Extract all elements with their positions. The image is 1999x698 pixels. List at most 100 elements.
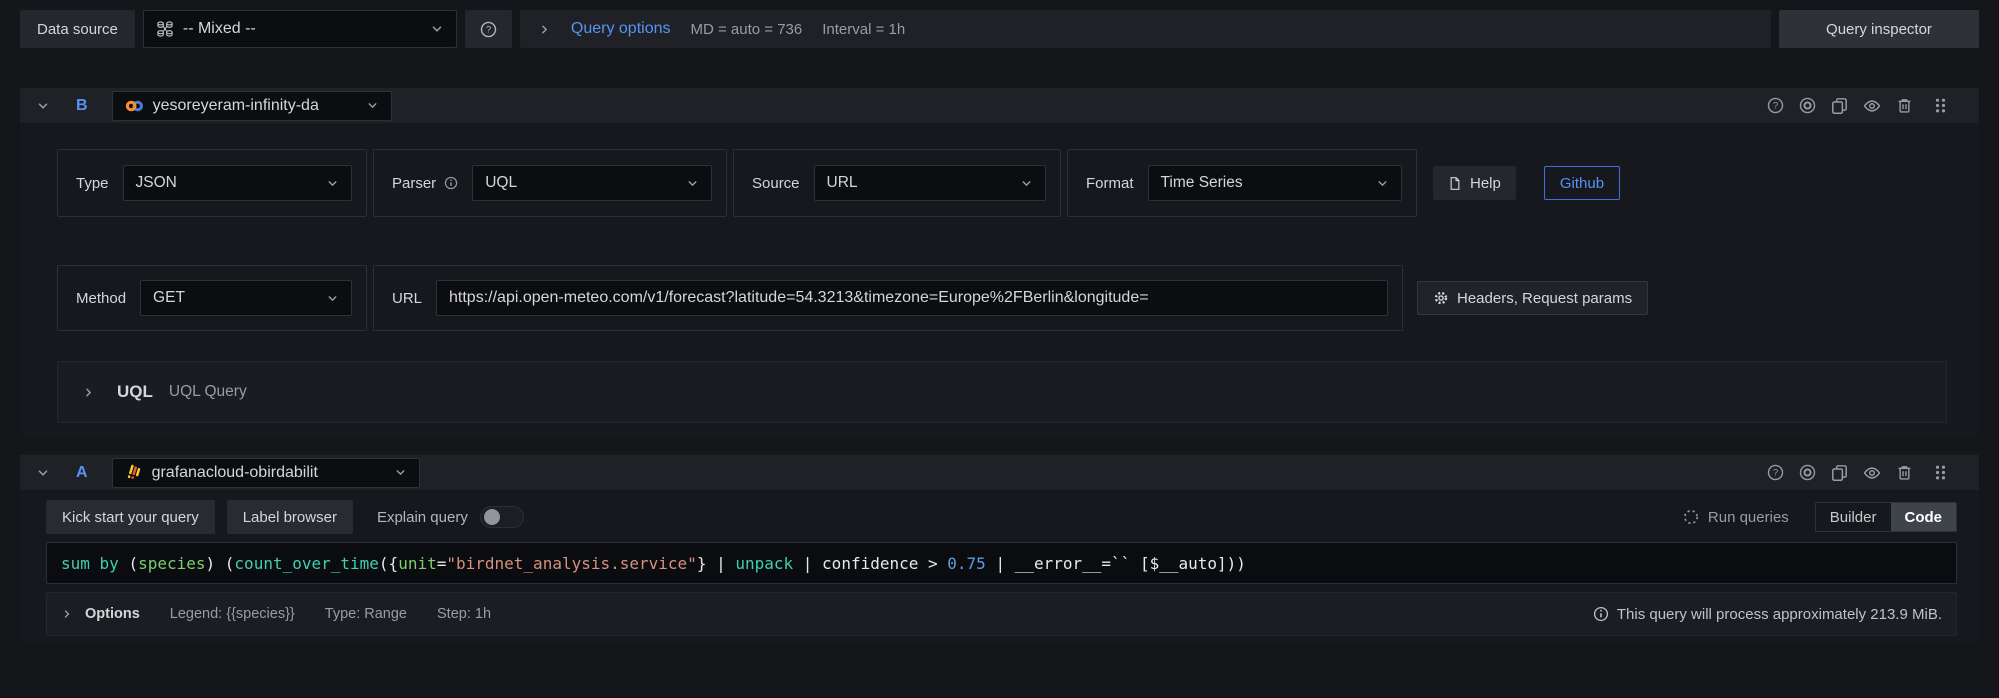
spinner-icon [1683, 509, 1699, 525]
query-a-editor: Kick start your query Label browser Expl… [20, 490, 1979, 642]
collapse-chevron-down-icon[interactable] [36, 466, 50, 480]
query-ref-id: A [76, 464, 88, 482]
type-summary: Type: Range [325, 606, 407, 622]
source-label: Source [752, 175, 800, 192]
datasource-picker[interactable]: -- Mixed -- [143, 10, 457, 48]
query-row-b-header: B yesoreyeram-infinity-da ? [20, 88, 1979, 123]
run-queries-button[interactable]: Run queries [1683, 509, 1789, 526]
mode-builder-button[interactable]: Builder [1816, 503, 1891, 531]
datasource-help-button[interactable]: ? [465, 10, 512, 48]
drag-handle-icon[interactable] [1932, 464, 1949, 481]
headers-request-params-button[interactable]: Headers, Request params [1417, 281, 1648, 315]
headers-button-label: Headers, Request params [1457, 290, 1632, 307]
eye-icon[interactable] [1863, 464, 1881, 482]
mixed-datasource-icon [156, 20, 174, 38]
type-value: JSON [136, 174, 317, 192]
datasource-help-icon[interactable]: ? [1767, 97, 1784, 114]
query-row-a: A grafanacloud-obirdabilit [20, 455, 1979, 642]
infinity-options-row: Type JSON Parser UQL [57, 149, 1947, 217]
parser-select[interactable]: UQL [472, 165, 712, 201]
chevron-down-icon [394, 466, 407, 479]
disable-query-icon[interactable] [1799, 464, 1816, 481]
trash-icon[interactable] [1896, 464, 1913, 481]
processing-note-text: This query will process approximately 21… [1617, 606, 1942, 623]
method-value: GET [153, 289, 317, 307]
chevron-right-icon[interactable] [61, 608, 73, 620]
drag-handle-icon[interactable] [1932, 97, 1949, 114]
method-label: Method [76, 290, 126, 307]
query-options-label[interactable]: Query options [571, 20, 671, 38]
query-b-actions: ? [1767, 97, 1949, 115]
format-select[interactable]: Time Series [1148, 165, 1402, 201]
chevron-down-icon [326, 292, 339, 305]
format-field: Format Time Series [1067, 149, 1417, 217]
chevron-right-icon [538, 23, 551, 36]
chevron-right-icon [82, 386, 95, 399]
duplicate-icon[interactable] [1831, 464, 1848, 481]
method-field: Method GET [57, 265, 367, 331]
query-options-bar[interactable]: Query options MD = auto = 736 Interval =… [520, 10, 1771, 48]
source-field: Source URL [733, 149, 1061, 217]
logql-code-editor[interactable]: sum by (species) (count_over_time({unit=… [46, 542, 1957, 584]
url-input[interactable] [436, 280, 1388, 316]
chevron-down-icon [430, 22, 444, 36]
grafana-query-editor: Data source -- Mixed -- ? [0, 0, 1999, 698]
query-b-datasource-picker[interactable]: yesoreyeram-infinity-da [112, 91, 392, 121]
type-field: Type JSON [57, 149, 367, 217]
eye-icon[interactable] [1863, 97, 1881, 115]
uql-section-hint: UQL Query [169, 383, 247, 401]
loki-query-toolbar: Kick start your query Label browser Expl… [46, 500, 1957, 534]
url-field: URL [373, 265, 1403, 331]
explain-query-toggle[interactable] [480, 506, 524, 528]
svg-text:?: ? [1773, 101, 1778, 112]
run-queries-label: Run queries [1708, 509, 1789, 526]
help-button[interactable]: Help [1433, 166, 1516, 200]
parser-field: Parser UQL [373, 149, 727, 217]
logql-expression: sum by (species) (count_over_time({unit=… [61, 554, 1246, 573]
info-circle-icon [1593, 606, 1609, 622]
chevron-down-icon [326, 177, 339, 190]
source-value: URL [827, 174, 1011, 192]
query-b-editor: Type JSON Parser UQL [20, 123, 1979, 437]
type-select[interactable]: JSON [123, 165, 352, 201]
chevron-down-icon [1020, 177, 1033, 190]
uql-section-toggle[interactable]: UQL UQL Query [57, 361, 1947, 423]
method-select[interactable]: GET [140, 280, 352, 316]
source-select[interactable]: URL [814, 165, 1046, 201]
url-options-row: Method GET URL Headers, Request params [57, 265, 1947, 331]
kick-start-query-button[interactable]: Kick start your query [46, 500, 215, 534]
loki-datasource-icon [125, 464, 143, 482]
format-label: Format [1086, 175, 1134, 192]
options-label[interactable]: Options [85, 606, 140, 622]
duplicate-icon[interactable] [1831, 97, 1848, 114]
mode-code-button[interactable]: Code [1891, 503, 1957, 531]
query-row-a-header: A grafanacloud-obirdabilit [20, 455, 1979, 490]
legend-summary: Legend: {{species}} [170, 606, 295, 622]
query-a-actions: ? [1767, 464, 1949, 482]
step-summary: Step: 1h [437, 606, 491, 622]
query-a-datasource-picker[interactable]: grafanacloud-obirdabilit [112, 458, 420, 488]
github-button[interactable]: Github [1544, 166, 1620, 200]
toggle-knob [484, 509, 500, 525]
explain-query-label: Explain query [377, 509, 468, 526]
parser-value: UQL [485, 174, 677, 192]
chevron-down-icon [686, 177, 699, 190]
query-editor-topbar: Data source -- Mixed -- ? [20, 10, 1979, 48]
query-a-datasource-name: grafanacloud-obirdabilit [152, 464, 385, 482]
editor-mode-switch: Builder Code [1815, 502, 1957, 532]
datasource-picker-value: -- Mixed -- [183, 20, 421, 38]
datasource-help-icon[interactable]: ? [1767, 464, 1784, 481]
disable-query-icon[interactable] [1799, 97, 1816, 114]
infinity-datasource-icon [125, 98, 144, 114]
query-inspector-button[interactable]: Query inspector [1779, 10, 1979, 48]
info-circle-icon [444, 176, 458, 190]
trash-icon[interactable] [1896, 97, 1913, 114]
chevron-down-icon [1376, 177, 1389, 190]
parser-label: Parser [392, 175, 436, 192]
url-label: URL [392, 290, 422, 307]
collapse-chevron-down-icon[interactable] [36, 99, 50, 113]
svg-text:?: ? [1773, 468, 1778, 479]
help-button-label: Help [1470, 175, 1501, 192]
query-b-datasource-name: yesoreyeram-infinity-da [153, 97, 357, 115]
label-browser-button[interactable]: Label browser [227, 500, 353, 534]
